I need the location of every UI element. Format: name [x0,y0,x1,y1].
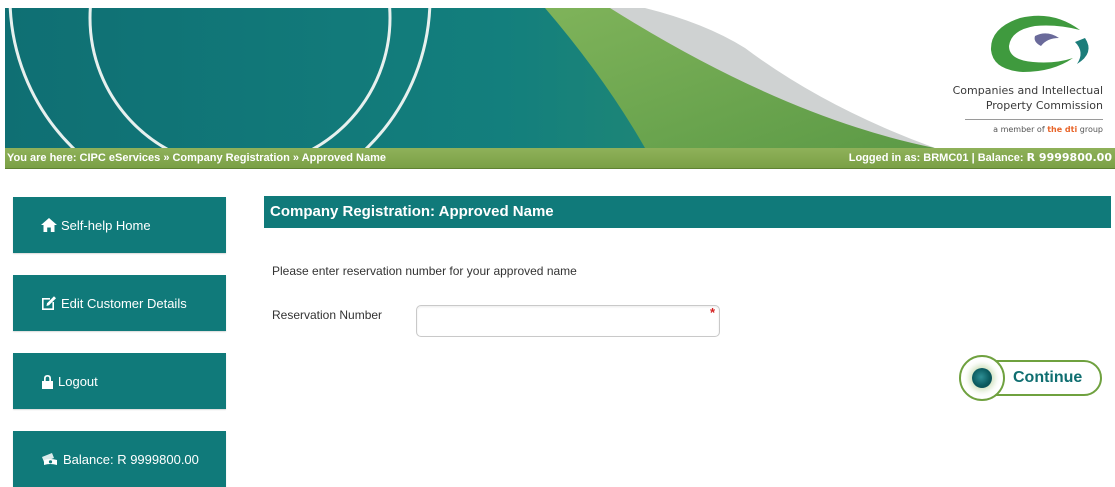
sidebar-item-label: Edit Customer Details [61,295,187,311]
reservation-number-label: Reservation Number [272,308,383,322]
logo-member-text: a member of the dti group [935,125,1103,134]
cipc-logo-icon [990,15,1089,72]
logo-title-line2: Property Commission [985,99,1103,112]
sidebar-item-self-help-home[interactable]: Self-help Home [13,197,226,253]
header-balance: R 9999800.00 [1026,151,1112,164]
instruction-text: Please enter reservation number for your… [272,264,577,278]
sidebar-item-label: Logout [58,373,98,389]
logged-in-text: Logged in as: BRMC01 | Balance: [848,152,1027,164]
reservation-number-input[interactable] [416,305,720,337]
continue-orb-icon [959,355,1005,401]
sidebar-item-edit-customer-details[interactable]: Edit Customer Details [13,275,226,331]
page-title: Company Registration: Approved Name [264,196,1111,228]
member-brand: the dti [1047,125,1078,134]
cipc-logo: Companies and Intellectual Property Comm… [935,8,1105,148]
required-marker: * [710,305,716,320]
login-status: Logged in as: BRMC01 | Balance: R 999980… [849,148,1112,168]
continue-label: Continue [1013,369,1083,386]
logo-divider [965,119,1103,120]
logo-title-line1: Companies and Intellectual [952,84,1103,97]
sidebar-item-logout[interactable]: Logout [13,353,226,409]
member-suffix: group [1077,125,1103,134]
edit-icon [41,295,57,311]
continue-button[interactable]: Continue [959,355,1104,401]
breadcrumb-bar: You are here: CIPC eServices » Company R… [5,148,1115,169]
lock-icon [41,374,54,389]
money-icon [41,452,59,466]
sidebar-item-label: Self-help Home [61,217,151,233]
member-prefix: a member of [993,125,1048,134]
breadcrumb: You are here: CIPC eServices » Company R… [7,152,387,164]
home-icon [41,218,57,232]
sidebar-item-label: Balance: R 9999800.00 [63,451,199,467]
